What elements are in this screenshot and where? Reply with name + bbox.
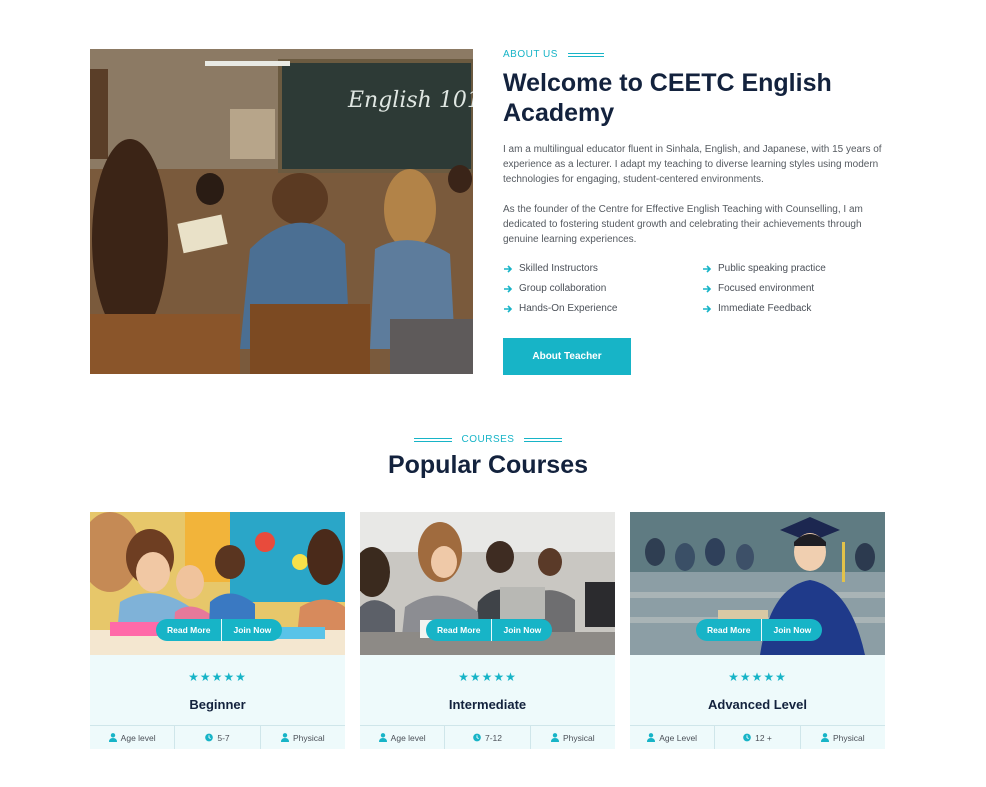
feature-label: Hands-On Experience bbox=[519, 303, 618, 314]
feature-item: Hands-On Experience bbox=[503, 303, 702, 314]
arrow-right-icon bbox=[504, 264, 513, 273]
about-eyebrow: ABOUT US bbox=[503, 49, 893, 60]
meta-value: 7-12 bbox=[484, 732, 502, 743]
meta-label: Physical bbox=[562, 732, 595, 743]
arrow-right-icon bbox=[504, 304, 513, 313]
user-icon bbox=[647, 733, 656, 742]
clock-icon bbox=[743, 733, 751, 742]
arrow-right-icon bbox=[703, 284, 712, 293]
rating-stars: ★★★★★ bbox=[458, 670, 517, 684]
read-more-button[interactable]: Read More bbox=[696, 619, 761, 641]
course-meta: Age Level 12 + Physical bbox=[630, 725, 885, 749]
courses-header: COURSES Popular Courses bbox=[0, 434, 976, 480]
feature-item: Skilled Instructors bbox=[503, 263, 702, 274]
read-more-button[interactable]: Read More bbox=[426, 619, 491, 641]
meta-age-range: 12 + bbox=[714, 726, 799, 749]
arrow-right-icon bbox=[504, 284, 513, 293]
arrow-right-icon bbox=[703, 304, 712, 313]
eyebrow-lines bbox=[524, 437, 563, 443]
user-icon bbox=[378, 733, 387, 742]
meta-mode: Physical bbox=[529, 726, 615, 749]
join-now-button[interactable]: Join Now bbox=[761, 619, 822, 641]
meta-label: Physical bbox=[292, 732, 325, 743]
meta-age-range: 7-12 bbox=[444, 726, 529, 749]
courses-eyebrow-label: COURSES bbox=[461, 434, 515, 445]
about-teacher-button[interactable]: About Teacher bbox=[503, 338, 631, 375]
feature-label: Focused environment bbox=[718, 283, 815, 294]
course-meta: Age level 7-12 Physical bbox=[360, 725, 615, 749]
clock-icon bbox=[205, 733, 214, 742]
eyebrow-lines bbox=[567, 52, 604, 58]
feature-label: Group collaboration bbox=[519, 283, 607, 294]
rating-stars: ★★★★★ bbox=[728, 670, 787, 684]
courses-title: Popular Courses bbox=[387, 451, 589, 479]
feature-label: Immediate Feedback bbox=[718, 303, 812, 314]
feature-item: Group collaboration bbox=[503, 283, 702, 294]
course-image: Read More Join Now bbox=[630, 512, 885, 655]
course-title: Beginner bbox=[189, 697, 246, 712]
about-section: ABOUT US Welcome to CEETC English Academ… bbox=[503, 49, 893, 375]
feature-label: Public speaking practice bbox=[718, 263, 826, 274]
meta-age-level: Age Level bbox=[630, 726, 714, 749]
user-icon bbox=[280, 733, 289, 742]
meta-age-level: Age level bbox=[360, 726, 444, 749]
course-image: Read More Join Now bbox=[360, 512, 615, 655]
join-now-button[interactable]: Join Now bbox=[221, 619, 282, 641]
meta-value: 5-7 bbox=[217, 732, 230, 743]
course-card-intermediate[interactable]: Read More Join Now ★★★★★ Intermediate Ag… bbox=[360, 512, 615, 749]
meta-age-level: Age level bbox=[90, 726, 174, 749]
user-icon bbox=[820, 733, 829, 742]
meta-age-range: 5-7 bbox=[174, 726, 259, 749]
meta-label: Age level bbox=[390, 732, 426, 743]
feature-item: Immediate Feedback bbox=[702, 303, 892, 314]
rating-stars: ★★★★★ bbox=[188, 670, 247, 684]
eyebrow-lines bbox=[413, 437, 452, 443]
arrow-right-icon bbox=[703, 264, 712, 273]
clock-icon bbox=[473, 733, 481, 742]
feature-item: Focused environment bbox=[702, 283, 892, 294]
course-title: Intermediate bbox=[448, 697, 527, 712]
course-image: Read More Join Now bbox=[90, 512, 345, 655]
course-title: Advanced Level bbox=[708, 697, 807, 712]
user-icon bbox=[550, 733, 559, 742]
feature-item: Public speaking practice bbox=[702, 263, 892, 274]
courses-eyebrow: COURSES bbox=[0, 434, 976, 445]
about-eyebrow-label: ABOUT US bbox=[503, 49, 558, 60]
board-text: English 101 bbox=[347, 88, 473, 113]
meta-mode: Physical bbox=[799, 726, 885, 749]
feature-list: Skilled Instructors Public speaking prac… bbox=[503, 263, 893, 314]
about-paragraph-1: I am a multilingual educator fluent in S… bbox=[503, 144, 882, 185]
course-meta: Age level 5-7 Physical bbox=[90, 725, 345, 749]
course-card-beginner[interactable]: Read More Join Now ★★★★★ Beginner Age le… bbox=[90, 512, 345, 749]
meta-label: Age Level bbox=[659, 732, 698, 743]
card-action-buttons: Read More Join Now bbox=[156, 619, 283, 641]
course-card-advanced[interactable]: Read More Join Now ★★★★★ Advanced Level … bbox=[630, 512, 885, 749]
card-action-buttons: Read More Join Now bbox=[696, 619, 823, 641]
meta-label: Age level bbox=[120, 732, 156, 743]
join-now-button[interactable]: Join Now bbox=[491, 619, 552, 641]
feature-label: Skilled Instructors bbox=[519, 263, 598, 274]
meta-value: 12 + bbox=[755, 732, 772, 743]
about-paragraph-2: As the founder of the Centre for Effecti… bbox=[503, 204, 863, 245]
about-classroom-image: English 101 bbox=[90, 49, 473, 374]
read-more-button[interactable]: Read More bbox=[156, 619, 221, 641]
meta-mode: Physical bbox=[259, 726, 345, 749]
user-icon bbox=[108, 733, 117, 742]
meta-label: Physical bbox=[832, 732, 865, 743]
about-title: Welcome to CEETC English Academy bbox=[503, 69, 832, 127]
card-action-buttons: Read More Join Now bbox=[426, 619, 553, 641]
